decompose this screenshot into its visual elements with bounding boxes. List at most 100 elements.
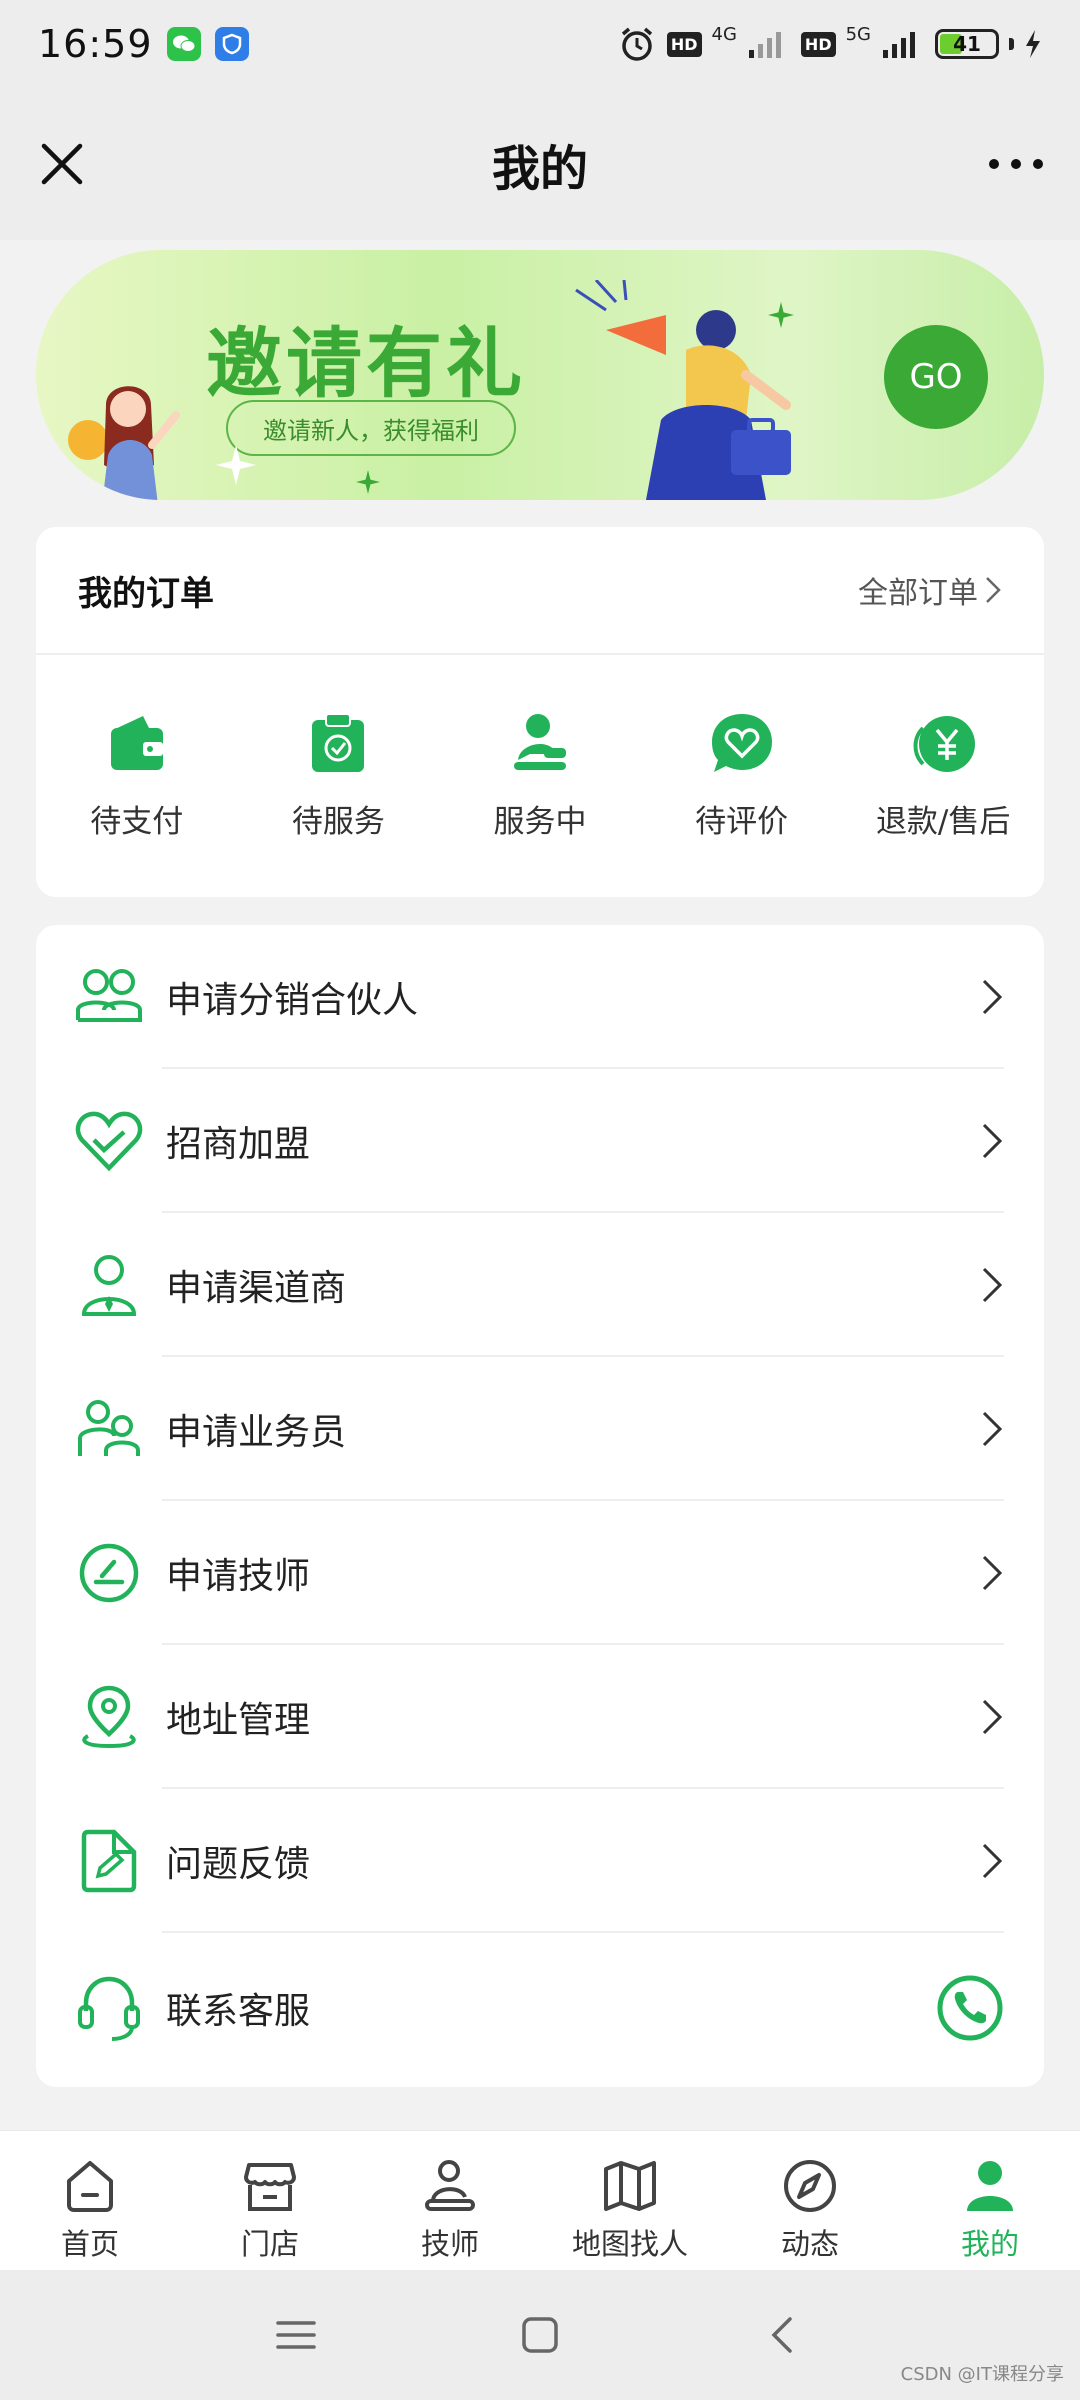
shield-app-icon <box>214 27 249 61</box>
order-status-label: 退款/售后 <box>875 803 1011 840</box>
order-status-label: 服务中 <box>493 803 587 840</box>
menu-item-label: 申请业务员 <box>166 1412 347 1453</box>
order-status-pending-payment[interactable]: 待支付 <box>36 710 238 841</box>
tab-store[interactable]: 门店 <box>180 2131 360 2270</box>
sparkle-icon <box>216 445 256 485</box>
tab-label: 技师 <box>420 2227 479 2261</box>
order-status-label: 待服务 <box>291 803 385 840</box>
feedback-icon <box>81 1829 137 1893</box>
watermark: CSDN @IT课程分享 <box>900 2364 1064 2385</box>
home-square-icon[interactable] <box>518 2313 562 2357</box>
menu-item-label: 申请分销合伙人 <box>166 980 419 1021</box>
invite-banner[interactable]: 邀请有礼 邀请新人，获得福利 GO <box>36 250 1044 500</box>
status-time: 16:59 <box>38 22 153 66</box>
signal-icon <box>748 32 781 58</box>
order-status-in-service[interactable]: 服务中 <box>439 710 641 841</box>
banner-title: 邀请有礼 <box>206 319 526 408</box>
sparkle-icon-small <box>356 470 380 494</box>
hd-badge-2: HD <box>800 31 836 57</box>
menu-item-label: 申请渠道商 <box>166 1268 347 1309</box>
technician-tab-icon <box>425 2160 475 2211</box>
orders-card: 我的订单 全部订单 待支付 待服务 服务中 待评价 退款/售后 <box>36 527 1044 897</box>
compass-icon <box>784 2160 836 2212</box>
menu-item-contact-service[interactable]: 联系客服 <box>36 1933 1044 2083</box>
tab-label: 我的 <box>960 2227 1019 2261</box>
order-status-label: 待支付 <box>90 803 184 840</box>
service-person-icon <box>513 713 566 770</box>
menu-item-apply-technician[interactable]: 申请技师 <box>36 1501 1044 1645</box>
staff-icon <box>78 1400 140 1456</box>
tab-label: 门店 <box>240 2227 299 2261</box>
menu-card: 申请分销合伙人 招商加盟 申请渠道商 申请业务员 申请技师 地址管理 问题反馈 … <box>36 925 1044 2087</box>
map-icon <box>604 2161 656 2211</box>
tab-home[interactable]: 首页 <box>0 2131 180 2270</box>
chevron-right-icon <box>982 1699 1003 1735</box>
tab-map-search[interactable]: 地图找人 <box>540 2131 720 2270</box>
page-header: 我的 <box>0 88 1080 240</box>
order-status-pending-service[interactable]: 待服务 <box>238 710 440 841</box>
menu-item-label: 地址管理 <box>166 1700 311 1741</box>
menu-item-apply-distributor[interactable]: 申请分销合伙人 <box>36 925 1044 1069</box>
battery-icon: 41 <box>935 29 999 59</box>
more-icon[interactable] <box>986 154 1046 174</box>
menu-icon[interactable] <box>274 2313 318 2357</box>
bottom-tab-bar: 首页 门店 技师 地图找人 动态 我的 <box>0 2130 1080 2270</box>
close-icon[interactable] <box>34 136 90 192</box>
chevron-right-icon <box>982 1843 1003 1879</box>
tab-label: 地图找人 <box>571 2227 688 2261</box>
agent-icon <box>81 1255 137 1316</box>
menu-item-label: 联系客服 <box>166 1991 311 2032</box>
tab-label: 动态 <box>780 2227 839 2261</box>
banner-subtitle: 邀请新人，获得福利 <box>226 400 516 456</box>
chevron-right-icon <box>982 1123 1003 1159</box>
megaphone-man-illustration <box>575 280 791 500</box>
charging-icon <box>1026 30 1040 58</box>
menu-item-label: 招商加盟 <box>166 1124 311 1165</box>
order-status-pending-review[interactable]: 待评价 <box>641 710 843 841</box>
menu-item-apply-channel[interactable]: 申请渠道商 <box>36 1213 1044 1357</box>
battery-level: 41 <box>953 32 981 56</box>
menu-item-franchise[interactable]: 招商加盟 <box>36 1069 1044 1213</box>
menu-item-label: 申请技师 <box>166 1556 311 1597</box>
system-nav-bar: CSDN @IT课程分享 <box>0 2270 1080 2400</box>
headset-icon <box>78 1976 140 2041</box>
status-bar: 16:59 HD 4G HD 5G 41 <box>0 0 1080 88</box>
partners-icon <box>76 969 142 1022</box>
order-status-refund[interactable]: 退款/售后 <box>842 710 1044 841</box>
order-status-label: 待评价 <box>695 803 789 840</box>
store-icon <box>244 2163 296 2211</box>
heart-handshake-icon <box>75 1111 143 1172</box>
orders-status-row: 待支付 待服务 服务中 待评价 退款/售后 <box>36 655 1044 895</box>
menu-item-label: 问题反馈 <box>166 1844 311 1885</box>
technician-icon <box>79 1543 139 1603</box>
chevron-right-icon <box>982 1267 1003 1303</box>
network-label: 4G <box>711 23 737 45</box>
back-icon[interactable] <box>762 2313 806 2357</box>
tab-moments[interactable]: 动态 <box>720 2131 900 2270</box>
chevron-right-icon <box>982 979 1003 1015</box>
chevron-right-icon <box>986 577 1001 603</box>
orders-header: 我的订单 全部订单 <box>36 527 1044 655</box>
all-orders-link[interactable]: 全部订单 <box>858 568 1002 612</box>
location-icon <box>82 1685 136 1749</box>
tab-label: 首页 <box>60 2227 119 2261</box>
clipboard-check-icon <box>312 712 365 772</box>
heart-chat-icon <box>711 713 772 772</box>
status-indicators: HD 4G HD 5G 41 <box>617 24 1042 64</box>
wallet-icon <box>110 715 163 770</box>
refund-yen-icon <box>913 715 976 772</box>
girl-illustration <box>68 386 180 500</box>
chevron-right-icon <box>982 1555 1003 1591</box>
go-button[interactable]: GO <box>884 325 988 429</box>
phone-call-button[interactable] <box>936 1974 1004 2042</box>
menu-item-address[interactable]: 地址管理 <box>36 1645 1044 1789</box>
chevron-right-icon <box>982 1411 1003 1447</box>
menu-item-feedback[interactable]: 问题反馈 <box>36 1789 1044 1933</box>
tab-technician[interactable]: 技师 <box>360 2131 540 2270</box>
alarm-icon <box>621 27 652 61</box>
all-orders-label: 全部订单 <box>858 576 978 611</box>
network-label-2: 5G <box>845 23 871 45</box>
menu-item-apply-salesman[interactable]: 申请业务员 <box>36 1357 1044 1501</box>
hd-badge: HD <box>666 31 702 57</box>
tab-mine[interactable]: 我的 <box>900 2131 1080 2270</box>
